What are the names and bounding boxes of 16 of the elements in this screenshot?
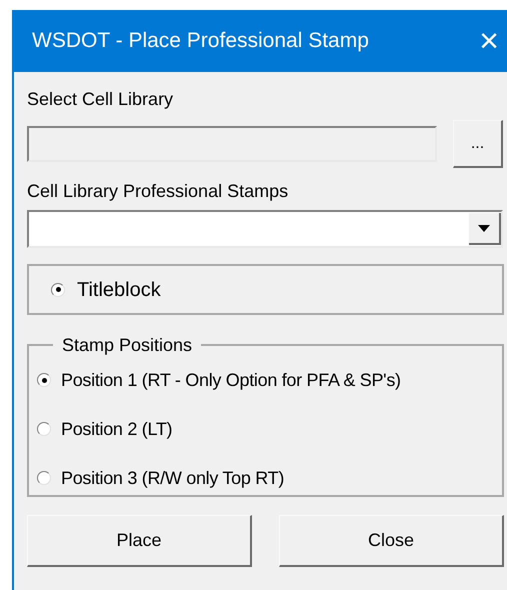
radio-label: Position 2 (LT) (61, 418, 172, 441)
stamps-dropdown[interactable] (27, 210, 503, 248)
close-button[interactable]: × (475, 24, 503, 58)
radio-label: Titleblock (77, 278, 161, 302)
field-label: Select Cell Library (27, 88, 174, 110)
group-title: Stamp Positions (61, 335, 194, 355)
field-label: Cell Library Professional Stamps (27, 180, 290, 202)
dialog-button[interactable]: Close (279, 515, 504, 567)
radio-button[interactable] (37, 471, 51, 485)
dialog-button[interactable]: Place (27, 515, 252, 567)
radio-label: Position 1 (RT - Only Option for PFA & SP's) (61, 368, 401, 392)
radio-button[interactable] (37, 373, 51, 387)
radio-button[interactable] (51, 282, 65, 296)
radio-label: Position 3 (R/W only Top RT) (61, 466, 284, 490)
radio-button[interactable] (37, 422, 51, 436)
window-title: WSDOT - Place Professional Stamp (32, 28, 369, 54)
